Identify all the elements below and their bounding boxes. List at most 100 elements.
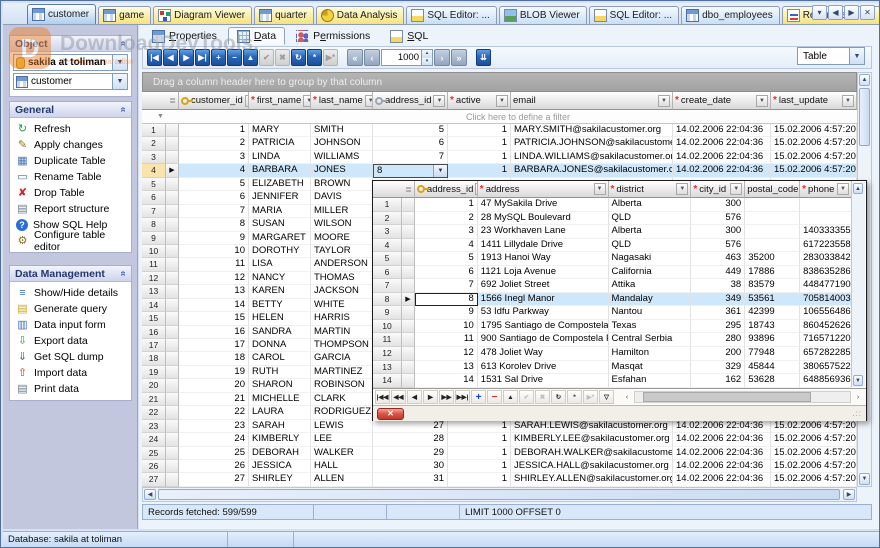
- column-header-district[interactable]: *district▼: [609, 181, 692, 198]
- first-page-icon[interactable]: «: [347, 49, 363, 66]
- lookup-vertical-scrollbar[interactable]: ▲ ▼: [851, 182, 865, 387]
- chevron-down-icon[interactable]: ▼: [112, 55, 127, 70]
- cell-last-update[interactable]: 15.02.2006 4:57:20: [771, 460, 857, 473]
- cell-first-name[interactable]: SARAH: [249, 420, 311, 433]
- cell-last-name[interactable]: MOORE: [311, 232, 373, 245]
- locate-record-icon[interactable]: *: [307, 49, 322, 66]
- cell-address-id[interactable]: 30: [373, 460, 448, 473]
- tab-sql-editor[interactable]: SQL Editor: ...: [589, 6, 679, 24]
- next-record-icon[interactable]: ▶: [423, 390, 438, 404]
- cell-last-name[interactable]: HARRIS: [311, 312, 373, 325]
- prior-record-icon[interactable]: ◀: [407, 390, 422, 404]
- cell-customer-id[interactable]: 26: [179, 460, 249, 473]
- cell-postal-code[interactable]: 45844: [745, 361, 800, 375]
- filter-dropdown-icon[interactable]: ▼: [730, 183, 742, 195]
- cell-postal-code[interactable]: 17886: [745, 266, 800, 280]
- filter-dropdown-icon[interactable]: ▼: [365, 95, 373, 107]
- cell-customer-id[interactable]: 25: [179, 447, 249, 460]
- cell-create-date[interactable]: 14.02.2006 22:04:36: [673, 447, 771, 460]
- cell-customer-id[interactable]: 22: [179, 406, 249, 419]
- sidebar-item-print-data[interactable]: ▤Print data: [10, 381, 131, 397]
- next-record-icon[interactable]: ▶: [179, 49, 194, 66]
- cell-phone[interactable]: 716571220373: [800, 333, 852, 347]
- last-record-icon[interactable]: ▶▶|: [455, 390, 470, 404]
- cell-last-name[interactable]: MARTIN: [311, 326, 373, 339]
- cell-active[interactable]: 1: [448, 460, 511, 473]
- cell-customer-id[interactable]: 23: [179, 420, 249, 433]
- cell-last-name[interactable]: LEWIS: [311, 420, 373, 433]
- cell-email[interactable]: DEBORAH.WALKER@sakilacustomer.org: [511, 447, 673, 460]
- cell-last-name[interactable]: JONES: [311, 164, 373, 177]
- delete-record-icon[interactable]: −: [487, 390, 502, 404]
- cell-customer-id[interactable]: 9: [179, 232, 249, 245]
- cell-first-name[interactable]: JENNIFER: [249, 191, 311, 204]
- scroll-down-icon[interactable]: ▼: [859, 473, 870, 485]
- cell-address-id[interactable]: 14: [415, 374, 478, 388]
- cell-address[interactable]: 900 Santiago de Compostela Parkway: [478, 333, 609, 347]
- cell-postal-code[interactable]: 77948: [745, 347, 800, 361]
- column-header-last-update[interactable]: *last_update▼: [771, 92, 857, 110]
- cell-last-name[interactable]: GARCIA: [311, 352, 373, 365]
- cell-last-name[interactable]: MARTINEZ: [311, 366, 373, 379]
- delete-record-icon[interactable]: −: [227, 49, 242, 66]
- editor-dropdown-icon[interactable]: ▼: [433, 165, 447, 176]
- filter-dropdown-icon[interactable]: ▼: [303, 95, 311, 107]
- column-header-city-id[interactable]: *city_id▼: [691, 181, 745, 198]
- cell-district[interactable]: Nagasaki: [609, 252, 692, 266]
- table-selector[interactable]: customer ▼: [13, 73, 128, 90]
- scrollbar-thumb[interactable]: [158, 489, 840, 500]
- cell-last-name[interactable]: WILLIAMS: [311, 151, 373, 164]
- tab-blob-viewer[interactable]: BLOB Viewer: [499, 6, 587, 24]
- column-header-address-id[interactable]: address_id▼: [415, 181, 478, 198]
- prior-record-icon[interactable]: ◀: [163, 49, 178, 66]
- cell-district[interactable]: Central Serbia: [609, 333, 692, 347]
- cell-customer-id[interactable]: 17: [179, 339, 249, 352]
- scroll-tabs-left-icon[interactable]: ◀: [828, 5, 843, 20]
- cell-last-name[interactable]: JOHNSON: [311, 137, 373, 150]
- cell-active[interactable]: 1: [448, 473, 511, 486]
- cell-address-id[interactable]: 3: [415, 225, 478, 239]
- cell-district[interactable]: Masqat: [609, 361, 692, 375]
- cell-last-name[interactable]: MILLER: [311, 205, 373, 218]
- cell-address-id[interactable]: 6: [415, 266, 478, 280]
- refresh-records-icon[interactable]: ↻: [551, 390, 566, 404]
- cell-customer-id[interactable]: 11: [179, 258, 249, 271]
- cell-city-id[interactable]: 280: [691, 333, 745, 347]
- cell-last-name[interactable]: BROWN: [311, 178, 373, 191]
- cell-postal-code[interactable]: 42399: [745, 306, 800, 320]
- cell-active[interactable]: 1: [448, 420, 511, 433]
- cell-first-name[interactable]: SUSAN: [249, 218, 311, 231]
- cell-phone[interactable]: 10655648674: [800, 306, 852, 320]
- cell-first-name[interactable]: LISA: [249, 258, 311, 271]
- next-page-icon[interactable]: ›: [434, 49, 450, 66]
- cell-first-name[interactable]: HELEN: [249, 312, 311, 325]
- collapse-icon[interactable]: «: [118, 41, 129, 47]
- filter-records-icon[interactable]: ▽: [599, 390, 614, 404]
- view-mode-selector[interactable]: Table ▼: [797, 47, 865, 65]
- prior-page-icon[interactable]: ‹: [364, 49, 380, 66]
- cell-last-name[interactable]: RODRIGUEZ: [311, 406, 373, 419]
- cell-last-name[interactable]: TAYLOR: [311, 245, 373, 258]
- cell-postal-code[interactable]: 53561: [745, 293, 800, 307]
- cell-district[interactable]: California: [609, 266, 692, 280]
- cell-address-id[interactable]: 5: [415, 252, 478, 266]
- cell-first-name[interactable]: BETTY: [249, 299, 311, 312]
- general-panel-header[interactable]: General «: [10, 102, 131, 118]
- cell-first-name[interactable]: DOROTHY: [249, 245, 311, 258]
- cell-create-date[interactable]: 14.02.2006 22:04:36: [673, 420, 771, 433]
- cell-active[interactable]: 1: [448, 433, 511, 446]
- cell-last-name[interactable]: LEE: [311, 433, 373, 446]
- tab-customer[interactable]: customer: [27, 4, 96, 24]
- cell-postal-code[interactable]: 18743: [745, 320, 800, 334]
- scroll-up-icon[interactable]: ▲: [859, 74, 870, 86]
- cell-last-update[interactable]: 15.02.2006 4:57:20: [771, 137, 857, 150]
- spin-up-icon[interactable]: ▴: [422, 50, 432, 58]
- cell-address[interactable]: 1913 Hanoi Way: [478, 252, 609, 266]
- cell-city-id[interactable]: 463: [691, 252, 745, 266]
- cell-create-date[interactable]: 14.02.2006 22:04:36: [673, 137, 771, 150]
- cell-customer-id[interactable]: 24: [179, 433, 249, 446]
- cell-customer-id[interactable]: 16: [179, 326, 249, 339]
- tab-dbo-employees[interactable]: dbo_employees: [681, 6, 780, 24]
- cell-first-name[interactable]: LAURA: [249, 406, 311, 419]
- cell-first-name[interactable]: RUTH: [249, 366, 311, 379]
